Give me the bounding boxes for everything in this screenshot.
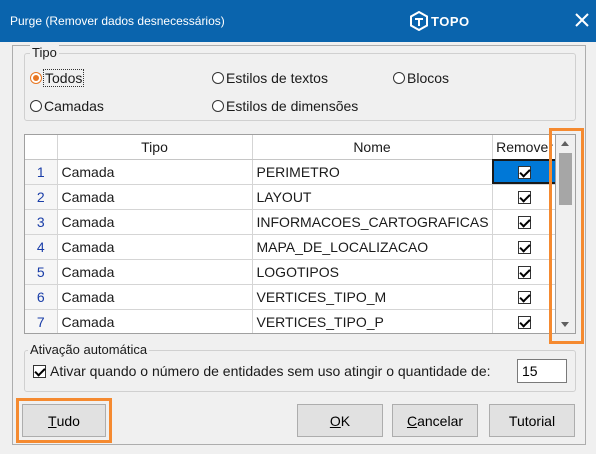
cell-remover[interactable] xyxy=(492,309,555,333)
row-number: 5 xyxy=(25,259,58,285)
cell-nome[interactable]: LAYOUT xyxy=(252,184,493,210)
cell-nome[interactable]: INFORMACOES_CARTOGRAFICAS xyxy=(252,209,493,235)
ok-label: K xyxy=(340,412,351,429)
cell-remover[interactable] xyxy=(492,184,555,210)
radio-todos[interactable]: Todos xyxy=(30,69,85,87)
radio-label: Estilos de dimensões xyxy=(226,98,359,114)
cell-tipo[interactable]: Camada xyxy=(57,209,253,235)
close-icon[interactable] xyxy=(573,11,591,29)
header-nome[interactable]: Nome xyxy=(252,135,493,160)
tudo-mnemonic: T xyxy=(48,412,57,429)
remover-checkbox-icon[interactable] xyxy=(518,216,531,230)
radio-label: Todos xyxy=(42,69,85,87)
header-remover[interactable]: Remover xyxy=(492,135,555,160)
cell-tipo[interactable]: Camada xyxy=(57,184,253,210)
radio-label: Camadas xyxy=(44,98,104,114)
cell-remover[interactable] xyxy=(492,159,555,185)
cell-nome[interactable]: PERIMETRO xyxy=(252,159,493,185)
header-tipo[interactable]: Tipo xyxy=(57,135,253,160)
cancelar-button[interactable]: Cancelar xyxy=(392,404,478,437)
row-number: 4 xyxy=(25,234,58,260)
cell-nome[interactable]: VERTICES_TIPO_P xyxy=(252,309,493,333)
checkbox-icon xyxy=(33,364,46,378)
radio-label: Estilos de textos xyxy=(226,70,328,86)
remover-checkbox-icon[interactable] xyxy=(518,266,531,280)
cell-remover[interactable] xyxy=(492,234,555,260)
tipo-legend: Tipo xyxy=(30,45,59,60)
table-row[interactable]: 5 Camada LOGOTIPOS xyxy=(25,259,555,285)
cell-remover[interactable] xyxy=(492,209,555,235)
remover-checkbox-icon[interactable] xyxy=(518,291,531,305)
cell-nome[interactable]: VERTICES_TIPO_M xyxy=(252,284,493,310)
table-row[interactable]: 2 Camada LAYOUT xyxy=(25,184,555,210)
remover-checkbox-icon[interactable] xyxy=(518,166,531,180)
row-number: 6 xyxy=(25,284,58,310)
window-title: Purge (Remover dados desnecessários) xyxy=(10,14,225,28)
ok-mnemonic: O xyxy=(329,412,341,429)
table-row[interactable]: 6 Camada VERTICES_TIPO_M xyxy=(25,284,555,310)
header-row-number xyxy=(25,135,58,160)
scroll-thumb[interactable] xyxy=(559,153,572,205)
scroll-up-icon[interactable] xyxy=(561,141,569,146)
cell-nome[interactable]: LOGOTIPOS xyxy=(252,259,493,285)
radio-icon xyxy=(212,100,224,112)
purge-grid[interactable]: Tipo Nome Remover 1 Camada PERIMETRO 2 Camad… xyxy=(24,134,556,334)
table-row[interactable]: 7 Camada VERTICES_TIPO_P xyxy=(25,309,555,333)
cell-tipo[interactable]: Camada xyxy=(57,234,253,260)
remover-checkbox-icon[interactable] xyxy=(518,316,531,330)
topo-logo-icon xyxy=(410,11,428,31)
grid-header: Tipo Nome Remover xyxy=(25,135,555,160)
cancelar-label: ancelar xyxy=(417,412,464,429)
row-number: 1 xyxy=(25,159,58,185)
tudo-button[interactable]: Tudo xyxy=(22,404,106,437)
tudo-label: udo xyxy=(56,412,80,429)
radio-icon xyxy=(212,72,224,84)
auto-activate-checkbox[interactable]: Ativar quando o número de entidades sem … xyxy=(33,363,491,379)
grid-scrollbar[interactable] xyxy=(556,134,576,334)
brand-logo: TOPO xyxy=(410,11,470,31)
auto-activate-label: Ativar quando o número de entidades sem … xyxy=(50,363,491,379)
radio-label: Blocos xyxy=(407,70,450,86)
cell-tipo[interactable]: Camada xyxy=(57,309,253,333)
cancelar-mnemonic: C xyxy=(406,412,418,429)
row-number: 2 xyxy=(25,184,58,210)
table-row[interactable]: 1 Camada PERIMETRO xyxy=(25,159,555,185)
radio-icon xyxy=(30,72,42,84)
cell-tipo[interactable]: Camada xyxy=(57,159,253,185)
ok-button[interactable]: OK xyxy=(297,404,383,437)
remover-checkbox-icon[interactable] xyxy=(518,191,531,205)
radio-blocos[interactable]: Blocos xyxy=(393,70,449,86)
radio-estilos-de-textos[interactable]: Estilos de textos xyxy=(212,70,328,86)
cell-nome[interactable]: MAPA_DE_LOCALIZACAO xyxy=(252,234,493,260)
remover-checkbox-icon[interactable] xyxy=(518,241,531,255)
title-bar: Purge (Remover dados desnecessários) TOP… xyxy=(0,0,596,42)
ativacao-legend: Ativação automática xyxy=(28,342,150,357)
cell-tipo[interactable]: Camada xyxy=(57,284,253,310)
radio-icon xyxy=(393,72,405,84)
quantity-field[interactable] xyxy=(517,359,567,383)
cell-remover[interactable] xyxy=(492,259,555,285)
table-row[interactable]: 4 Camada MAPA_DE_LOCALIZACAO xyxy=(25,234,555,260)
radio-icon xyxy=(30,100,42,112)
radio-estilos-de-dimensoes[interactable]: Estilos de dimensões xyxy=(212,98,358,114)
cell-tipo[interactable]: Camada xyxy=(57,259,253,285)
row-number: 7 xyxy=(25,309,58,333)
scroll-down-icon[interactable] xyxy=(561,322,569,327)
table-row[interactable]: 3 Camada INFORMACOES_CARTOGRAFICAS xyxy=(25,209,555,235)
brand-name: TOPO xyxy=(431,13,470,29)
tutorial-button[interactable]: Tutorial xyxy=(489,404,575,437)
cell-remover[interactable] xyxy=(492,284,555,310)
row-number: 3 xyxy=(25,209,58,235)
radio-camadas[interactable]: Camadas xyxy=(30,98,104,114)
